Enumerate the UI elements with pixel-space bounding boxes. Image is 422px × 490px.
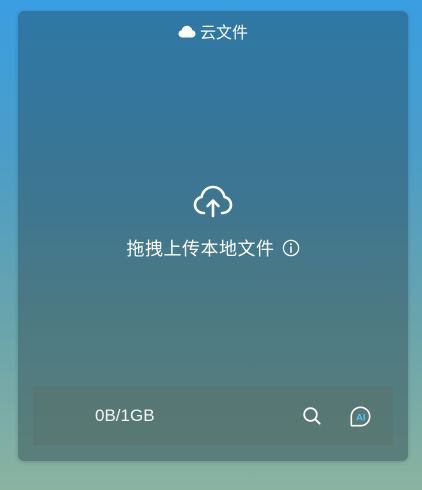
- cloud-icon: [178, 25, 196, 38]
- ai-label: AI: [356, 412, 366, 423]
- search-icon: [302, 406, 322, 426]
- cloud-upload-icon: [192, 183, 234, 219]
- drop-text-row: 拖拽上传本地文件: [127, 235, 300, 261]
- drop-zone-text: 拖拽上传本地文件: [126, 239, 275, 259]
- ai-assistant-icon: AI: [350, 405, 371, 427]
- upload-drop-zone[interactable]: 拖拽上传本地文件: [18, 183, 408, 261]
- panel-footer: 0B/1GB AI: [33, 387, 393, 445]
- ai-assistant-button[interactable]: AI: [349, 405, 371, 427]
- search-button[interactable]: [301, 405, 323, 427]
- info-icon[interactable]: [282, 239, 300, 257]
- panel-title: 云文件: [199, 25, 248, 42]
- storage-usage: 0B/1GB: [95, 406, 155, 425]
- panel-header: 云文件: [18, 11, 408, 51]
- cloud-files-panel: 云文件 拖拽上传本地文件 0B/1GB AI: [18, 11, 408, 461]
